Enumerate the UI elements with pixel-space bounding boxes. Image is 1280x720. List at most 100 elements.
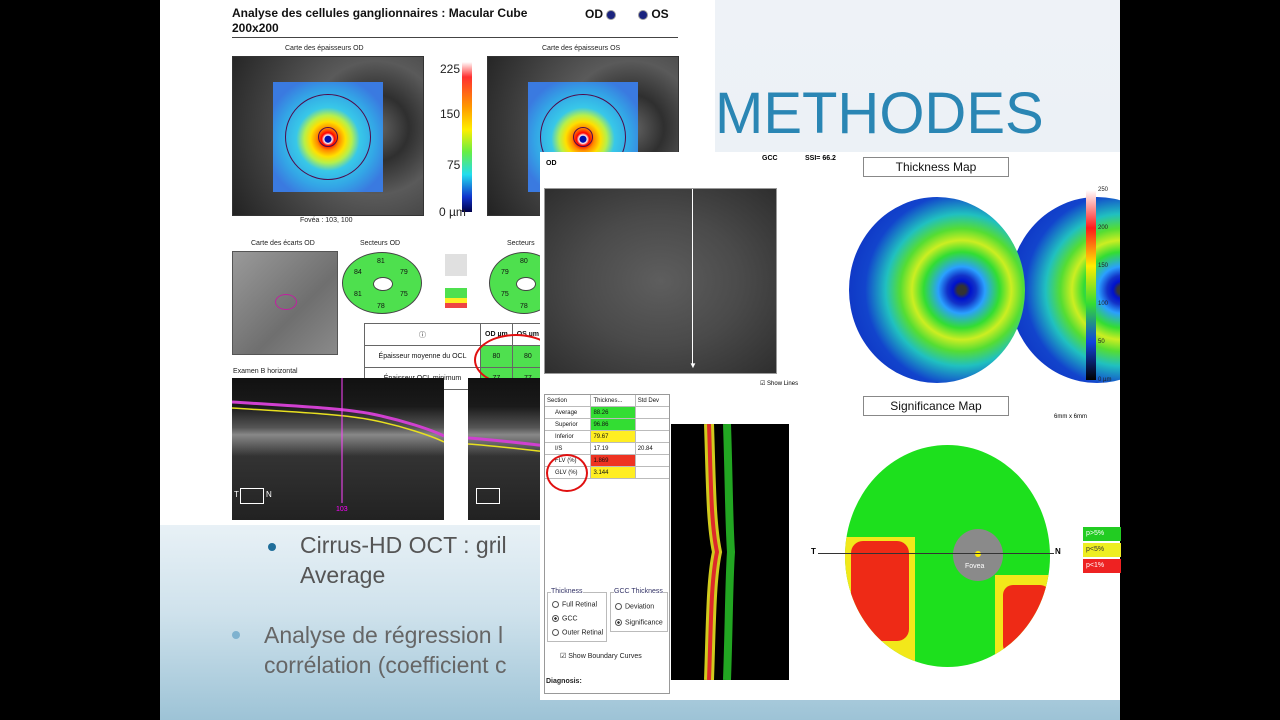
od-inner-ring (318, 127, 338, 147)
stats-label: Inferior (543, 430, 592, 443)
colorbar-label: 200 (1098, 225, 1109, 231)
stats-std (634, 406, 671, 419)
gcc-bscan (671, 424, 789, 680)
option-gcc[interactable]: GCC (552, 615, 578, 622)
option-label: Full Retinal (562, 601, 598, 609)
sector-value: 80 (520, 258, 528, 265)
sector-value: 79 (501, 269, 509, 276)
bscan-t: T (234, 490, 239, 499)
scale-label: 225 (440, 62, 461, 76)
deviation-map-od (232, 251, 338, 355)
stats-value: 3.144 (590, 466, 636, 479)
sig-red-left (851, 541, 909, 641)
sector-value: 75 (400, 291, 408, 298)
deviation-caption: Carte des écarts OD (251, 240, 315, 247)
thickness-map-od (232, 56, 424, 216)
diagnosis-label: Diagnosis: (546, 678, 582, 685)
sector-value: 84 (354, 269, 362, 276)
bscan-od: 103 T N (232, 378, 444, 520)
map-od-caption: Carte des épaisseurs OD (285, 45, 364, 52)
sector-value: 78 (520, 303, 528, 310)
sig-red-right (1003, 585, 1050, 655)
stats-label: Average (543, 406, 592, 419)
stats-std (634, 454, 671, 467)
thickness-group-title: Thickness (551, 588, 583, 595)
stats-std (634, 466, 671, 479)
od-label: OD (585, 7, 617, 21)
stats-header-row: Section Thicknes... Std Dev (543, 394, 671, 407)
legend-white (445, 276, 467, 288)
report-title: Analyse des cellules ganglionnaires : Ma… (232, 6, 528, 35)
thickness-group: Thickness Full Retinal GCC Outer Retinal (547, 588, 607, 642)
scale-label: 150 (440, 107, 461, 121)
option-label: GCC (562, 615, 578, 623)
bullet-2-line-2: corrélation (coefficient c (264, 652, 507, 678)
sectors-od-chart: 81 79 84 75 81 78 (342, 252, 422, 314)
scan-arrow-icon: ▼ (689, 361, 697, 370)
od-text: OD (585, 7, 603, 21)
thickness-map-image (849, 197, 1025, 383)
fovea-dot (975, 551, 981, 557)
sig-axis-line (818, 553, 1054, 554)
colorbar-label: 50 (1098, 339, 1105, 345)
os-label: OS (638, 7, 669, 21)
gcc-group-title: GCC Thickness (614, 588, 663, 595)
table-row: Inferior 79.67 (543, 430, 671, 443)
row-label: Épaisseur moyenne du OCL (364, 345, 481, 368)
flv-highlight-circle (546, 454, 588, 492)
significance-map: Fovea (845, 445, 1050, 667)
sw-eye: OD (546, 160, 557, 167)
legend-red (445, 303, 467, 308)
bullet-1-line-2: Average (300, 562, 386, 588)
table-row: Superior 96.86 (543, 418, 671, 431)
legend-p5-greater: p>5% (1083, 527, 1121, 541)
os-inner-ring (573, 127, 593, 147)
fovea-caption: Fovéa : 103, 100 (300, 217, 353, 224)
show-lines-option[interactable]: ☑ Show Lines (760, 380, 798, 387)
info-icon: ⓘ (364, 323, 481, 346)
stats-value: 79.67 (590, 430, 636, 443)
bscan-caption: Examen B horizontal (233, 368, 298, 375)
os-dot-icon (638, 9, 648, 20)
bscan-n: N (266, 490, 272, 499)
bscan-os (468, 378, 548, 520)
legend-p1-less: p<1% (1083, 559, 1121, 573)
os-text: OS (651, 7, 669, 21)
option-full-retinal[interactable]: Full Retinal (552, 601, 597, 608)
stats-std: 20.84 (634, 442, 671, 455)
radio-selected-icon (615, 619, 622, 626)
colorbar-label: 0 µm (1098, 377, 1112, 383)
thickness-scale-bar (462, 62, 472, 212)
option-outer-retinal[interactable]: Outer Retinal (552, 629, 603, 636)
bscan-arrow-box (240, 488, 264, 504)
sector-value: 75 (501, 291, 509, 298)
map-os-caption: Carte des épaisseurs OS (542, 45, 621, 52)
option-deviation[interactable]: Deviation (615, 603, 654, 610)
colorbar-label: 250 (1098, 187, 1109, 193)
table-row: I/S 17.19 20.84 (543, 442, 671, 455)
legend-p5-less: p<5% (1083, 543, 1121, 557)
option-significance[interactable]: Significance (615, 619, 663, 626)
scan-line (692, 189, 693, 365)
thickness-colorbar-image (1086, 190, 1096, 380)
radio-icon (552, 601, 559, 608)
stats-label: I/S (543, 442, 592, 455)
gcc-layers (704, 424, 736, 680)
stats-value: 88.26 (590, 406, 636, 419)
scale-label: 75 (447, 158, 461, 172)
stats-value: 96.86 (590, 418, 636, 431)
bscan-marker: 103 (336, 506, 348, 513)
bullet-text-2: Analyse de régression l corrélation (coe… (264, 620, 506, 680)
od-thickness-overlay (273, 82, 383, 192)
bullet-1-line-1: Cirrus-HD OCT : gril (300, 532, 507, 558)
od-dot-icon (606, 9, 617, 20)
colorbar-label: 100 (1098, 301, 1109, 307)
bullet-dot (232, 631, 240, 639)
stats-label: Superior (543, 418, 592, 431)
radio-selected-icon (552, 615, 559, 622)
sectors-od-center (373, 277, 393, 291)
gcc-thickness-group: GCC Thickness Deviation Significance (610, 588, 668, 632)
sectors-od-caption: Secteurs OD (360, 240, 401, 247)
show-boundary-option[interactable]: ☑ Show Boundary Curves (560, 652, 642, 660)
sector-legend (445, 254, 467, 310)
